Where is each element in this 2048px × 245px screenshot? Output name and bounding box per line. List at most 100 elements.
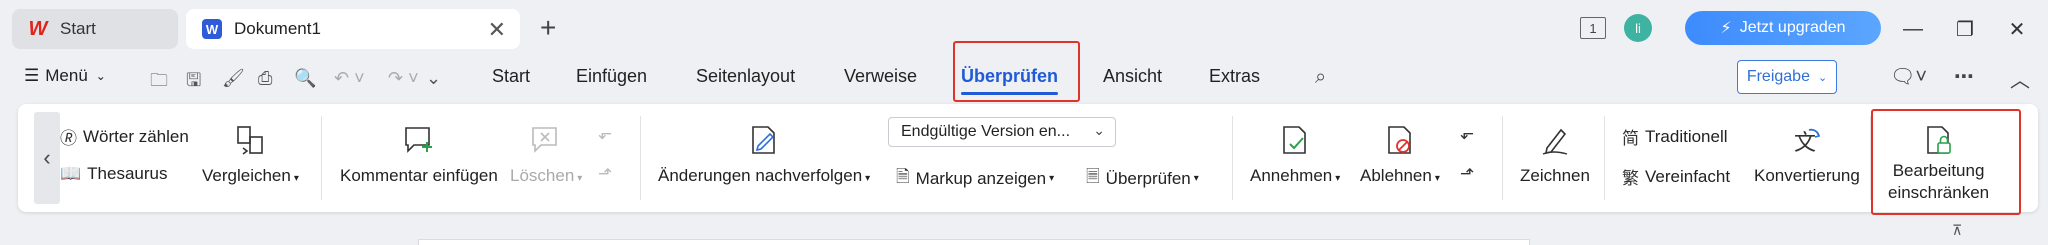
reject-button[interactable]: Ablehnen ▾ [1360, 124, 1440, 186]
tab-start-label: Start [60, 19, 96, 38]
open-file-icon[interactable]: 🗀 [150, 68, 168, 98]
main-menu-label: Menü [45, 66, 88, 85]
document-count-badge[interactable]: 1 [1580, 17, 1606, 39]
main-menu-button[interactable]: ☰ Menü ⌄ [24, 66, 106, 86]
print-icon[interactable]: ⎙ [258, 68, 272, 89]
compare-button[interactable]: Vergleichen ▾ [202, 124, 299, 186]
previous-comment-button[interactable]: ⬐ [598, 124, 618, 144]
tab-start-menu[interactable]: Start [492, 66, 530, 87]
review-pane-label: Überprüfen [1105, 168, 1191, 188]
wps-logo-icon: W [28, 17, 48, 40]
lightning-icon: ⚡ [1720, 20, 1732, 37]
next-comment-button[interactable]: ⬏ [598, 164, 618, 184]
tab-einfuegen[interactable]: Einfügen [576, 66, 647, 87]
delete-comment-button[interactable]: Löschen ▾ [510, 124, 582, 186]
avatar[interactable]: li [1624, 14, 1652, 42]
review-pane-button[interactable]: 🗏 Überprüfen ▾ [1086, 164, 1199, 193]
word-count-icon: 🄬 [60, 129, 77, 148]
group-separator [640, 116, 641, 200]
thesaurus-button[interactable]: 📖 Thesaurus [60, 164, 168, 184]
tab-document[interactable]: W Dokument1 ✕ [186, 9, 520, 49]
word-count-button[interactable]: 🄬 Wörter zählen [60, 124, 189, 149]
tab-seitenlayout[interactable]: Seitenlayout [696, 66, 795, 87]
accept-change-icon [1283, 126, 1306, 154]
track-changes-button[interactable]: Änderungen nachverfolgen ▾ [658, 124, 870, 186]
share-button[interactable]: Freigabe ⌄ [1737, 60, 1837, 94]
show-markup-icon: 🗎 [896, 167, 910, 186]
highlight-box-review-tab [953, 41, 1080, 102]
share-label: Freigabe [1746, 68, 1810, 85]
thesaurus-label: Thesaurus [87, 164, 168, 183]
svg-text:文: 文 [1794, 131, 1816, 156]
previous-change-button[interactable]: ⬐ [1460, 124, 1480, 144]
tab-start[interactable]: W Start [12, 9, 178, 49]
tab-ansicht[interactable]: Ansicht [1103, 66, 1162, 87]
search-icon[interactable]: ⌕ [1315, 66, 1326, 89]
upgrade-button[interactable]: ⚡ Jetzt upgraden [1685, 11, 1881, 45]
previous-comment-icon: ⬐ [598, 124, 613, 143]
undo-icon[interactable]: ↶ ˅ [334, 68, 365, 89]
simplified-chinese-icon: 繁 [1622, 169, 1639, 188]
pen-icon [1542, 128, 1568, 155]
tab-verweise[interactable]: Verweise [844, 66, 917, 87]
traditional-chinese-button[interactable]: 简 Traditionell [1622, 124, 1728, 149]
chevron-down-icon: ⌄ [1093, 122, 1105, 138]
ribbon-scroll-left-button[interactable]: ‹ [34, 112, 60, 204]
previous-change-icon: ⬐ [1460, 124, 1475, 143]
delete-comment-icon [532, 127, 557, 153]
display-for-review-select[interactable]: Endgültige Version en... ⌄ [888, 117, 1116, 147]
format-painter-icon[interactable]: 🖌 [222, 68, 245, 89]
chevron-down-icon: ⌄ [95, 69, 106, 83]
document-page[interactable] [418, 239, 1530, 245]
thesaurus-icon: 📖 [60, 164, 82, 183]
group-separator [321, 116, 322, 200]
simplified-label: Vereinfacht [1645, 166, 1731, 186]
simplified-chinese-button[interactable]: 繁 Vereinfacht [1622, 164, 1730, 189]
chinese-conversion-icon: 文 [1794, 128, 1821, 156]
word-count-label: Wörter zählen [83, 126, 189, 146]
show-markup-label: Markup anzeigen [915, 168, 1047, 188]
upgrade-label: Jetzt upgraden [1739, 19, 1846, 36]
next-change-icon: ⬏ [1460, 164, 1475, 183]
redo-icon[interactable]: ↷ ˅ [388, 68, 419, 89]
accept-label: Annehmen ▾ [1250, 166, 1341, 185]
insert-comment-button[interactable]: Kommentar einfügen [340, 124, 498, 186]
show-markup-button[interactable]: 🗎 Markup anzeigen ▾ [896, 164, 1054, 193]
close-tab-icon[interactable]: ✕ [488, 17, 506, 43]
writer-doc-icon: W [202, 19, 222, 39]
track-changes-icon [752, 126, 775, 154]
chevron-down-icon: ▾ [1049, 173, 1055, 184]
group-separator [1232, 116, 1233, 200]
minimize-button[interactable]: — [1896, 12, 1930, 46]
close-window-button[interactable]: ✕ [2000, 12, 2034, 46]
new-tab-button[interactable]: + [540, 12, 556, 44]
more-quick-access-icon[interactable]: ⌄ [426, 68, 441, 89]
save-icon[interactable]: 🖫 [186, 68, 201, 98]
track-changes-label: Änderungen nachverfolgen ▾ [658, 166, 871, 185]
comment-panel-icon[interactable]: 🗨˅ [1890, 64, 1927, 89]
group-separator [1502, 116, 1503, 200]
accept-button[interactable]: Annehmen ▾ [1250, 124, 1340, 186]
next-change-button[interactable]: ⬏ [1460, 164, 1480, 184]
more-options-icon[interactable]: ⋯ [1954, 64, 1974, 89]
next-comment-icon: ⬏ [598, 164, 613, 183]
collapse-ribbon-icon[interactable]: ︿ [2010, 64, 2030, 93]
add-comment-icon [405, 127, 432, 153]
reject-change-icon [1388, 126, 1411, 154]
tab-extras[interactable]: Extras [1209, 66, 1260, 87]
draw-button[interactable]: Zeichnen [1520, 124, 1590, 186]
chevron-down-icon: ▾ [1193, 173, 1199, 184]
review-pane-icon: 🗏 [1086, 167, 1100, 186]
display-for-review-value: Endgültige Version en... [901, 123, 1071, 140]
highlight-box-restrict-editing [1871, 109, 2021, 215]
reject-label: Ablehnen ▾ [1360, 166, 1440, 185]
pin-ribbon-icon[interactable]: ⊼ [1952, 222, 1962, 239]
tab-document-label: Dokument1 [234, 19, 321, 38]
insert-comment-label: Kommentar einfügen [340, 166, 498, 185]
print-preview-icon[interactable]: 🔍 [294, 68, 316, 89]
restore-button[interactable]: ❐ [1948, 12, 1982, 46]
draw-label: Zeichnen [1520, 166, 1590, 185]
hamburger-icon: ☰ [24, 66, 40, 85]
chevron-down-icon: ⌄ [1817, 71, 1828, 84]
conversion-button[interactable]: 文 Konvertierung [1754, 124, 1860, 186]
